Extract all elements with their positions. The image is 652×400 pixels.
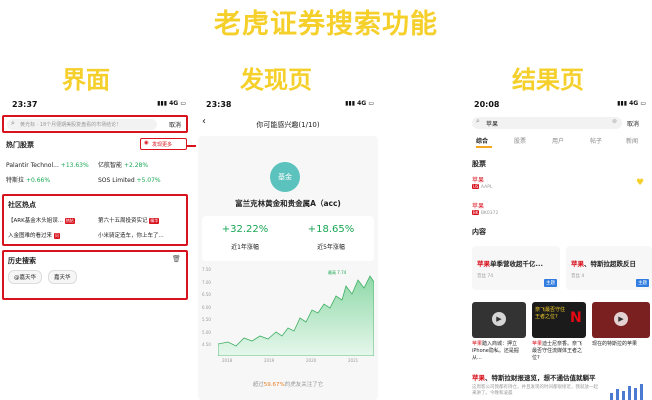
x-tick: 2019: [264, 358, 275, 363]
article-chart-icon: [610, 384, 643, 400]
search-placeholder: 黄光标 · 18个月便期美股复盘看的市场结论！: [20, 122, 122, 128]
tab-stocks[interactable]: 股票: [514, 136, 526, 145]
return-1y: +32.22%: [221, 224, 269, 235]
phone-search-ui: 23:37 ▮▮▮ 4G ▭ ⌕ 黄光标 · 18个月便期美股复盘看的市场结论！…: [0, 98, 190, 400]
history-title: 历史搜索: [8, 257, 36, 265]
price-area: [218, 275, 374, 356]
y-tick: 5.00: [202, 329, 211, 335]
phone-results: 20:08 ▮▮▮ 4G ▭ ⌕ 苹果 ⊗ 取消 综合 股票 用户 帖子 新闻 …: [470, 98, 652, 400]
discover-more-button[interactable]: ◉ 发现更多: [140, 138, 187, 150]
tab-posts[interactable]: 帖子: [590, 136, 602, 145]
x-tick: 2020: [306, 358, 317, 363]
history-chip[interactable]: @嘉天华: [8, 270, 43, 284]
status-time: 23:38: [206, 100, 232, 109]
y-axis: 7.50 7.00 6.50 6.00 5.50 5.00 4.50: [202, 264, 211, 352]
thumbnail-overlay: 奈飞最否守住 王者之位?: [535, 307, 566, 320]
community-title: 社区热点: [8, 201, 36, 209]
main-title: 老虎证券搜索功能: [214, 9, 438, 40]
tab-underline: [476, 146, 492, 148]
status-network: ▮▮▮ 4G ▭: [345, 100, 374, 107]
y-tick: 4.50: [202, 342, 211, 347]
section-title-ui: 界面: [62, 66, 110, 94]
heart-icon[interactable]: ♥: [636, 178, 644, 188]
cancel-button[interactable]: 取消: [169, 120, 181, 129]
status-bar: 20:08 ▮▮▮ 4G ▭: [474, 100, 650, 114]
video-thumbnail[interactable]: 奈飞最否守住 王者之位? N: [532, 302, 586, 338]
video-thumbnail[interactable]: ▶: [472, 302, 526, 338]
thumb-caption: 苹果迪士尼奈香。奈飞最否守住流媒体王者之位?: [532, 341, 583, 361]
search-value: 苹果: [486, 121, 499, 128]
discover-more-label: 发现更多: [152, 142, 173, 148]
y-tick: 5.50: [202, 317, 211, 322]
stock-result[interactable]: 苹果 BK BK0372: [472, 201, 498, 216]
topic-item[interactable]: 【ARK基金木头姐误... 热帖: [8, 216, 75, 224]
status-network: ▮▮▮ 4G ▭: [157, 100, 186, 107]
stock-item[interactable]: 亿航智能 +2.28%: [98, 158, 148, 173]
status-bar: 23:37 ▮▮▮ 4G ▭: [12, 100, 190, 114]
x-tick: 2021: [348, 358, 359, 363]
hot-stocks-title: 热门股票: [6, 141, 34, 149]
search-bar-highlight: ⌕ 黄光标 · 18个月便期美股复盘看的市场结论！ 取消: [2, 115, 188, 133]
y-tick: 6.50: [202, 292, 211, 297]
history-chip[interactable]: 嘉天华: [48, 270, 77, 284]
theme-card[interactable]: 苹果、特斯拉超跌反日 音丝 4 主题: [566, 246, 652, 290]
fund-card[interactable]: 基金 富兰克林黄金和贵金属A（acc) +32.22% 近1年涨幅 +18.65…: [198, 136, 378, 400]
return-5y-label: 近5年涨幅: [317, 244, 345, 251]
theme-card[interactable]: 苹果单季营收超千亿... 音丝 74 主题: [472, 246, 560, 290]
section-title-result: 结果页: [512, 66, 584, 94]
clear-icon[interactable]: ⊗: [612, 118, 617, 125]
flame-icon: ◉: [144, 140, 149, 146]
article-snippet: 这周客公司我都有持仓，并且发现的时间都很接近，我就放一起来讲了。今晚和凌晨: [472, 385, 598, 396]
article-title[interactable]: 苹果、特斯拉财报速览，想不通估值就躺平: [472, 372, 652, 382]
trash-icon[interactable]: 🗑: [172, 255, 181, 263]
status-bar: 23:38 ▮▮▮ 4G ▭: [206, 100, 378, 114]
status-network: ▮▮▮ 4G ▭: [617, 100, 646, 107]
thumb-caption: 苹果踏入商城：押立iPhone隐私。还是掘从...: [472, 341, 519, 361]
interest-footer: 超过59.67%的虎友关注了它: [252, 382, 324, 388]
topic-item[interactable]: 小米骑定造车，你上车了...: [98, 231, 164, 239]
y-tick: 7.00: [202, 279, 211, 285]
status-time: 23:37: [12, 100, 38, 109]
fund-badge: 基金: [270, 162, 300, 192]
topic-item[interactable]: 第六十五周投资实记 精华: [98, 216, 160, 224]
cancel-button[interactable]: 取消: [627, 119, 639, 128]
y-tick: 7.50: [202, 267, 211, 272]
search-icon: ⌕: [11, 119, 15, 127]
result-tabs: 综合 股票 用户 帖子 新闻: [470, 136, 652, 150]
stock-item[interactable]: Palantir Technol... +13.63%: [6, 158, 89, 173]
netflix-logo-icon: N: [570, 310, 582, 326]
stock-item[interactable]: 特斯拉 +0.66%: [6, 173, 50, 188]
return-5y: +18.65%: [307, 224, 355, 235]
discover-header: 你可能感兴趣(1/10): [256, 121, 320, 129]
return-1y-label: 近1年涨幅: [231, 244, 259, 251]
stock-result[interactable]: 苹果 US AAPL: [472, 175, 492, 190]
play-icon: ▶: [492, 312, 506, 326]
search-input[interactable]: ⌕ 黄光标 · 18个月便期美股复盘看的市场结论！: [7, 119, 157, 130]
stock-item[interactable]: SOS Limited +5.07%: [98, 173, 161, 188]
section-title-discover: 发现页: [240, 66, 312, 94]
status-time: 20:08: [474, 100, 500, 109]
history-section: 历史搜索 🗑 @嘉天华 嘉天华: [2, 250, 188, 300]
play-icon: ▶: [614, 312, 628, 326]
video-thumbnail[interactable]: ▶: [592, 302, 650, 338]
phone-discover: 23:38 ▮▮▮ 4G ▭ ‹ 你可能感兴趣(1/10) 基金 富兰克林黄金和…: [196, 98, 380, 400]
search-input[interactable]: ⌕ 苹果 ⊗: [472, 117, 622, 129]
x-tick: 2018: [222, 358, 233, 363]
y-tick: 6.00: [202, 304, 211, 310]
topic-item[interactable]: 入金图难的看过来 问: [8, 231, 60, 239]
content-section-title: 内容: [472, 228, 486, 236]
fund-price-chart: [218, 275, 374, 356]
returns-box: +32.22% 近1年涨幅 +18.65% 近5年涨幅: [202, 216, 374, 261]
thumb-caption: 现在的特斯拉的苹果: [592, 341, 638, 347]
chart-annotation: 最高 7.74: [328, 270, 347, 275]
stock-section-title: 股票: [472, 160, 486, 168]
search-icon: ⌕: [476, 117, 480, 125]
tab-users[interactable]: 用户: [552, 136, 564, 145]
community-section: 社区热点 【ARK基金木头姐误... 热帖 第六十五周投资实记 精华 入金图难的…: [2, 194, 188, 246]
tab-all[interactable]: 综合: [476, 136, 488, 145]
fund-name: 富兰克林黄金和贵金属A（acc): [235, 199, 341, 208]
tab-news[interactable]: 新闻: [626, 136, 638, 145]
